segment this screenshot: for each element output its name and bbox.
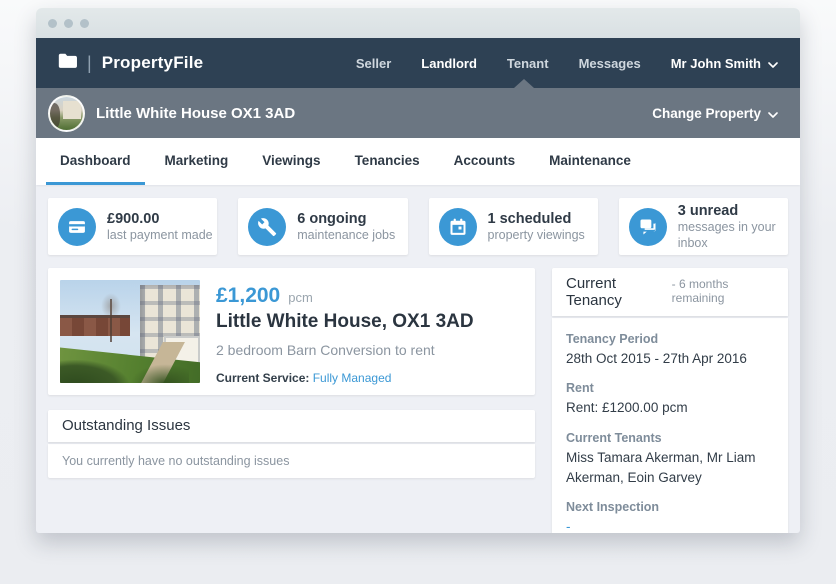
left-column: £1,200 pcm Little White House, OX1 3AD 2… (48, 268, 535, 478)
tab-dashboard[interactable]: Dashboard (46, 138, 145, 185)
stats-row: £900.00 last payment made 6 ongoing main… (48, 198, 788, 255)
field-value: Rent: £1200.00 pcm (566, 398, 774, 418)
current-tenancy-body: Tenancy Period 28th Oct 2015 - 27th Apr … (552, 318, 788, 533)
stat-text: 3 unread messages in your inbox (678, 202, 788, 251)
listing-price-unit: pcm (288, 290, 313, 305)
outstanding-issues-header: Outstanding Issues (48, 410, 535, 442)
tab-marketing[interactable]: Marketing (151, 138, 243, 185)
nav-item-messages[interactable]: Messages (579, 56, 641, 71)
stat-card-messages[interactable]: 3 unread messages in your inbox (619, 198, 788, 255)
top-navbar: | PropertyFile Seller Landlord Tenant Me… (36, 38, 800, 88)
listing-description: 2 bedroom Barn Conversion to rent (216, 342, 474, 358)
nav-items: Seller Landlord Tenant Messages Mr John … (356, 56, 778, 71)
field-label: Rent (566, 381, 774, 395)
change-property-button[interactable]: Change Property (652, 106, 778, 121)
listing-details: £1,200 pcm Little White House, OX1 3AD 2… (216, 280, 474, 383)
calendar-icon (439, 208, 477, 246)
current-tenancy-header: Current Tenancy - 6 months remaining (552, 268, 788, 316)
listing-title: Little White House, OX1 3AD (216, 311, 474, 333)
stat-text: 6 ongoing maintenance jobs (297, 210, 395, 244)
nav-item-landlord[interactable]: Landlord (421, 56, 477, 71)
window-dot[interactable] (64, 19, 73, 28)
active-nav-notch (514, 79, 534, 88)
tenancy-field-tenants: Current Tenants Miss Tamara Akerman, Mr … (566, 431, 774, 489)
chevron-down-icon (768, 106, 778, 121)
stat-subtitle: maintenance jobs (297, 228, 395, 244)
field-value: Miss Tamara Akerman, Mr Liam Akerman, Eo… (566, 448, 774, 489)
property-bar-title: Little White House OX1 3AD (96, 105, 295, 122)
window-dot[interactable] (80, 19, 89, 28)
tab-tenancies[interactable]: Tenancies (341, 138, 434, 185)
nav-item-tenant[interactable]: Tenant (507, 56, 549, 71)
tenancy-remaining: - 6 months remaining (672, 277, 774, 305)
stat-card-maintenance-jobs[interactable]: 6 ongoing maintenance jobs (238, 198, 407, 255)
tenancy-field-period: Tenancy Period 28th Oct 2015 - 27th Apr … (566, 332, 774, 369)
tab-accounts[interactable]: Accounts (440, 138, 530, 185)
browser-chrome (36, 8, 800, 38)
main-row: £1,200 pcm Little White House, OX1 3AD 2… (48, 268, 788, 533)
current-tenancy-title: Current Tenancy (566, 275, 666, 309)
window-dot[interactable] (48, 19, 57, 28)
service-label: Current Service: (216, 371, 309, 385)
field-label: Tenancy Period (566, 332, 774, 346)
folder-icon (58, 53, 77, 73)
field-value: 28th Oct 2015 - 27th Apr 2016 (566, 349, 774, 369)
stat-card-last-payment[interactable]: £900.00 last payment made (48, 198, 217, 255)
outstanding-issues-section: Outstanding Issues You currently have no… (48, 410, 535, 478)
chevron-down-icon (768, 56, 778, 71)
stat-subtitle: messages in your inbox (678, 220, 788, 251)
listing-price: £1,200 (216, 284, 280, 308)
stat-title: 6 ongoing (297, 210, 395, 228)
tab-bar: Dashboard Marketing Viewings Tenancies A… (36, 138, 800, 185)
field-label: Current Tenants (566, 431, 774, 445)
tab-maintenance[interactable]: Maintenance (535, 138, 645, 185)
stat-title: 3 unread (678, 202, 788, 220)
app-window: | PropertyFile Seller Landlord Tenant Me… (36, 8, 800, 533)
logo-divider: | (87, 53, 92, 74)
price-line: £1,200 pcm (216, 284, 474, 308)
tenancy-field-next-inspection: Next Inspection - (566, 500, 774, 533)
stat-title: £900.00 (107, 210, 213, 228)
listing-card[interactable]: £1,200 pcm Little White House, OX1 3AD 2… (48, 268, 535, 395)
stat-text: £900.00 last payment made (107, 210, 213, 244)
chat-icon (629, 208, 667, 246)
outstanding-issues-title: Outstanding Issues (62, 417, 190, 434)
user-menu[interactable]: Mr John Smith (671, 56, 778, 71)
stat-card-viewings[interactable]: 1 scheduled property viewings (429, 198, 598, 255)
stat-title: 1 scheduled (488, 210, 585, 228)
nav-item-seller[interactable]: Seller (356, 56, 391, 71)
stat-subtitle: property viewings (488, 228, 585, 244)
change-property-label: Change Property (652, 106, 761, 121)
property-photo (60, 280, 200, 383)
property-bar: Little White House OX1 3AD Change Proper… (36, 88, 800, 138)
stat-text: 1 scheduled property viewings (488, 210, 585, 244)
credit-card-icon (58, 208, 96, 246)
logo-text: PropertyFile (102, 53, 204, 73)
propertyfile-logo[interactable]: | PropertyFile (58, 53, 203, 74)
tab-viewings[interactable]: Viewings (248, 138, 334, 185)
current-tenancy-panel: Current Tenancy - 6 months remaining Ten… (552, 268, 788, 533)
stat-subtitle: last payment made (107, 228, 213, 244)
dashboard-content: £900.00 last payment made 6 ongoing main… (36, 185, 800, 533)
outstanding-issues-body: You currently have no outstanding issues (48, 444, 535, 478)
field-label: Next Inspection (566, 500, 774, 514)
tenancy-field-rent: Rent Rent: £1200.00 pcm (566, 381, 774, 418)
next-inspection-link[interactable]: - (566, 517, 774, 533)
property-avatar (48, 95, 85, 132)
wrench-icon (248, 208, 286, 246)
user-name: Mr John Smith (671, 56, 761, 71)
service-value-link[interactable]: Fully Managed (313, 371, 392, 385)
service-line: Current Service: Fully Managed (216, 371, 474, 385)
